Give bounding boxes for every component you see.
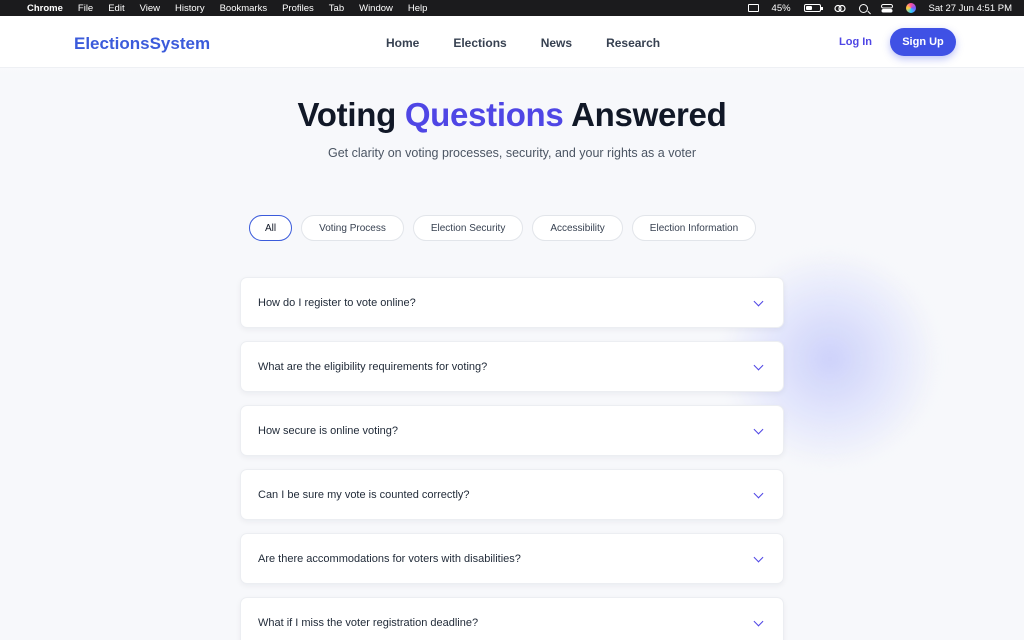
page-subtitle: Get clarity on voting processes, securit… <box>328 146 696 160</box>
faq-item[interactable]: How do I register to vote online? <box>240 277 784 328</box>
chevron-down-icon[interactable] <box>753 552 764 563</box>
filter-voting-process[interactable]: Voting Process <box>301 215 404 241</box>
site-header: ElectionsSystem Home Elections News Rese… <box>0 16 1024 68</box>
nav-home[interactable]: Home <box>386 36 419 50</box>
title-accent: Questions <box>404 96 564 133</box>
menu-history[interactable]: History <box>175 3 205 14</box>
chevron-down-icon[interactable] <box>753 360 764 371</box>
faq-item[interactable]: Can I be sure my vote is counted correct… <box>240 469 784 520</box>
menu-tab[interactable]: Tab <box>329 3 344 14</box>
link-icon[interactable] <box>833 4 846 13</box>
filter-election-information[interactable]: Election Information <box>631 215 757 241</box>
faq-question: What are the eligibility requirements fo… <box>258 360 488 373</box>
battery-icon[interactable] <box>803 4 823 12</box>
menu-datetime[interactable]: Sat 27 Jun 4:51 PM <box>929 3 1012 14</box>
faq-list: How do I register to vote online? What a… <box>240 277 784 640</box>
control-center-icon[interactable] <box>880 3 893 13</box>
title-part-1: Voting <box>297 96 405 133</box>
menu-window[interactable]: Window <box>359 3 393 14</box>
chevron-down-icon[interactable] <box>753 488 764 499</box>
faq-question: How do I register to vote online? <box>258 296 416 309</box>
page-title: Voting Questions Answered <box>0 96 1024 134</box>
faq-item[interactable]: How secure is online voting? <box>240 405 784 456</box>
chevron-down-icon[interactable] <box>753 424 764 435</box>
faq-item[interactable]: Are there accommodations for voters with… <box>240 533 784 584</box>
faq-question: What if I miss the voter registration de… <box>258 616 479 629</box>
title-part-2: Answered <box>563 96 727 133</box>
screen-mirroring-icon[interactable] <box>747 4 759 12</box>
main-nav: Home Elections News Research <box>386 36 694 50</box>
faq-item[interactable]: What are the eligibility requirements fo… <box>240 341 784 392</box>
signup-button[interactable]: Sign Up <box>890 28 956 56</box>
nav-research[interactable]: Research <box>606 36 660 50</box>
faq-question: Are there accommodations for voters with… <box>258 552 521 565</box>
faq-question: How secure is online voting? <box>258 424 399 437</box>
nav-news[interactable]: News <box>541 36 572 50</box>
chevron-down-icon[interactable] <box>753 296 764 307</box>
spotlight-search-icon[interactable] <box>858 3 868 13</box>
battery-percent: 45% <box>771 2 791 14</box>
menu-app-name[interactable]: Chrome <box>27 3 63 14</box>
menu-help[interactable]: Help <box>408 3 428 14</box>
menu-view[interactable]: View <box>140 3 160 14</box>
menu-bar: Chrome File Edit View History Bookmarks … <box>0 0 1024 16</box>
page: ElectionsSystem Home Elections News Rese… <box>0 16 1024 640</box>
filter-chips: All Voting Process Election Security Acc… <box>249 215 757 241</box>
menu-file[interactable]: File <box>78 3 93 14</box>
menu-profiles[interactable]: Profiles <box>282 3 314 14</box>
menu-edit[interactable]: Edit <box>108 3 124 14</box>
filter-election-security[interactable]: Election Security <box>412 215 524 241</box>
login-link[interactable]: Log In <box>839 36 872 48</box>
filter-all[interactable]: All <box>249 215 293 241</box>
menu-bookmarks[interactable]: Bookmarks <box>220 3 268 14</box>
faq-item[interactable]: What if I miss the voter registration de… <box>240 597 784 640</box>
faq-question: Can I be sure my vote is counted correct… <box>258 488 470 501</box>
siri-icon[interactable] <box>905 3 916 13</box>
chevron-down-icon[interactable] <box>753 616 764 627</box>
nav-elections[interactable]: Elections <box>453 36 506 50</box>
site-logo[interactable]: ElectionsSystem <box>74 34 210 54</box>
filter-accessibility[interactable]: Accessibility <box>532 215 623 241</box>
